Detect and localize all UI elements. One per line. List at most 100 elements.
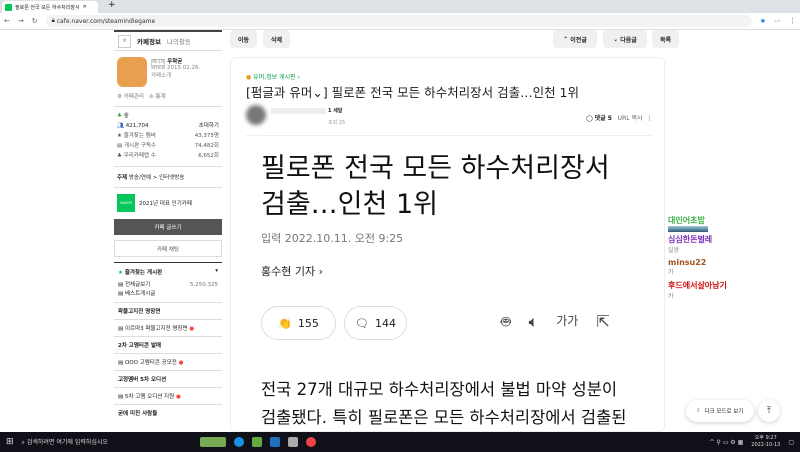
chat-message: 일쌍 xyxy=(668,247,680,254)
clap-emoji-icon: 👏 xyxy=(278,316,292,330)
admin-link[interactable]: 카페관리 xyxy=(124,94,144,100)
search-highlight-icon xyxy=(199,437,226,447)
clock-time: 오후 9:27 xyxy=(754,435,777,441)
board-label: 전체글보기 xyxy=(124,282,151,288)
cafe-chat-button[interactable]: 카페 채팅 xyxy=(114,240,222,257)
star-icon[interactable]: ★ xyxy=(118,34,131,48)
speech-bubble-icon: 🗨︎ xyxy=(355,316,369,330)
lock-icon: 🔒︎ xyxy=(51,17,55,24)
author-avatar[interactable] xyxy=(246,105,266,125)
members-icon: 👥︎ xyxy=(117,123,124,129)
member-count[interactable]: 421,704 xyxy=(126,123,149,129)
view-count: 조회 25 xyxy=(328,120,346,126)
dark-mode-label: 다크 모드로 보기 xyxy=(704,409,744,415)
chat-username[interactable]: minsu22 xyxy=(668,258,788,267)
fav-boards-title: 즐겨찾는 게시판 xyxy=(124,270,163,276)
robot-summary-icon[interactable]: 🤖︎ xyxy=(501,312,511,334)
forward-icon[interactable]: → xyxy=(18,17,24,25)
url-copy-button[interactable]: URL 복사 xyxy=(618,115,643,122)
section-header: 왁물고지전 명장면 xyxy=(118,309,161,315)
reload-icon[interactable]: ↻ xyxy=(32,17,38,25)
fav-members-count: 43,375명 xyxy=(194,133,219,139)
stats-link[interactable]: 통계 xyxy=(156,94,166,100)
cafe-logo xyxy=(117,57,147,87)
more-icon[interactable]: ⋮ xyxy=(646,115,652,122)
board-label: OOO 고멤티콘 공모전 xyxy=(124,360,177,366)
back-icon[interactable]: ← xyxy=(4,17,10,25)
naver-cafe-icon xyxy=(5,3,12,11)
move-button[interactable]: 이동 xyxy=(230,30,257,48)
naver-award-badge: NAVER xyxy=(117,194,135,212)
prev-post-button[interactable]: ⌃ 이전글 xyxy=(553,30,597,48)
browser-tab[interactable]: 필로폰 전국 모든 하수처리장서 ✕ xyxy=(2,1,98,13)
comment-count: 144 xyxy=(374,316,396,330)
next-post-button[interactable]: ⌄ 다음글 xyxy=(603,30,647,48)
board-item[interactable]: ▤ 5차 고멤 오디션 지원 ● xyxy=(114,388,222,404)
chat-message: 카 xyxy=(668,269,674,276)
address-bar-row: ← → ↻ 🔒︎ cafe.naver.com/steamindiegame ★ ⋯ ⋮ xyxy=(0,13,800,30)
comment-link[interactable]: ◯ 댓글 5 URL 복사 ⋮ xyxy=(586,113,652,122)
chrome-icon[interactable] xyxy=(305,437,316,447)
topic-label: 주제 xyxy=(117,175,128,181)
bookmark-star-icon[interactable]: ★ xyxy=(760,17,766,25)
vscode-icon[interactable] xyxy=(269,437,280,447)
dark-mode-button[interactable]: ☾ 다크 모드로 보기 xyxy=(686,400,754,422)
extensions-icon[interactable]: ⋯ xyxy=(774,17,781,25)
invite-link[interactable]: 초대하기 xyxy=(199,121,219,131)
post-title: [펌글과 유머⌄] 필로폰 전국 모든 하수처리장서 검출…인천 1위 xyxy=(246,85,579,100)
subscribers-label: 게시판 구독수 xyxy=(123,143,157,149)
edge-icon[interactable] xyxy=(233,437,244,447)
topic-value[interactable]: 방송/연예 > 인터넷방송 xyxy=(129,175,185,181)
board-item[interactable]: ▤ 이르마3 왁물고지전 명장면 ● xyxy=(114,320,222,336)
speaker-icon[interactable]: 🔈︎ xyxy=(529,312,539,334)
tab-my-activity[interactable]: 나의활동 xyxy=(167,36,191,46)
reaction-button[interactable]: 👏 155 xyxy=(261,306,336,340)
menu-icon[interactable]: ⋮ xyxy=(789,17,796,25)
taskbar-search[interactable]: ⌕ 검색하려면 여기에 입력하십시오 xyxy=(22,437,192,447)
new-tab-button[interactable]: + xyxy=(108,0,116,10)
minecraft-icon[interactable] xyxy=(251,437,262,447)
fav-members-label: 즐겨찾는 멤버 xyxy=(123,133,156,139)
search-placeholder: 검색하려면 여기에 입력하십시오 xyxy=(26,439,108,446)
section-header: 고정멤버 5차 오디션 xyxy=(118,377,167,383)
article-card: ● 유머,정보 게시판 › [펌글과 유머⌄] 필로폰 전국 모든 하수처리장서… xyxy=(230,57,665,432)
chevron-down-icon[interactable]: ▾ xyxy=(215,268,218,276)
subscribers-count: 74,482회 xyxy=(194,143,219,149)
share-icon[interactable]: ⇱ xyxy=(596,312,609,334)
chat-username[interactable]: 대인어초밥 xyxy=(668,215,788,226)
article-headline: 필로폰 전국 모든 하수처리장서 검출…인천 1위 xyxy=(261,153,610,220)
reporter-link[interactable]: 홍수현 기자 › xyxy=(261,263,323,279)
tab-title: 필로폰 전국 모든 하수처리장서 xyxy=(15,4,80,11)
cafe-sidebar: ★ 카페정보 나의활동 매니저 우왁굳 since 2015.02.26. 카페소개… xyxy=(114,30,222,430)
windows-start-icon[interactable]: ⊞ xyxy=(6,437,14,447)
chat-username[interactable]: 후드에서살아남기 xyxy=(668,280,788,291)
section-header: 굳에 미친 사람들 xyxy=(118,411,158,417)
award-text: 2021년 대표 인기카페 xyxy=(139,201,192,207)
board-link[interactable]: ● 유머,정보 게시판 › xyxy=(246,72,300,81)
board-item[interactable]: ▤ OOO 고멤티콘 공모전 ● xyxy=(114,354,222,370)
comment-button[interactable]: 🗨︎ 144 xyxy=(344,306,407,340)
list-button[interactable]: 목록 xyxy=(652,30,679,48)
notification-icon[interactable]: ▢ xyxy=(788,439,794,446)
board-count: 5,250,325 xyxy=(190,282,218,288)
prev-label: 이전글 xyxy=(570,36,587,44)
board-item[interactable]: ▤ 베스트게시글 xyxy=(118,290,218,299)
delete-button[interactable]: 삭제 xyxy=(263,30,290,48)
board-item[interactable]: ▤ 전체글보기 5,250,325 xyxy=(118,281,218,290)
next-label: 다음글 xyxy=(620,36,637,44)
author-level: 1 세달 xyxy=(328,108,343,114)
clock-date: 2022-10-13 xyxy=(751,442,781,448)
board-label: 베스트게시글 xyxy=(124,291,156,297)
write-button[interactable]: 카페 글쓰기 xyxy=(114,219,222,235)
app-icon[interactable] xyxy=(287,437,298,447)
close-icon[interactable]: ✕ xyxy=(83,4,87,10)
tray-icons[interactable]: ^ ⚲ ▭ ⚙ ▦ xyxy=(709,439,743,446)
url-input[interactable]: 🔒︎ cafe.naver.com/steamindiegame xyxy=(45,15,752,27)
chat-username[interactable]: 심심한돈벌레 xyxy=(668,234,788,245)
font-size-button[interactable]: 가가 xyxy=(556,312,578,334)
cafe-intro-link[interactable]: 카페소개 xyxy=(151,73,171,79)
tab-cafe-info[interactable]: 카페정보 xyxy=(137,36,161,46)
scroll-top-button[interactable]: ⤒ xyxy=(758,400,780,422)
chat-badge-strip xyxy=(668,226,708,232)
article-date: 입력 2022.10.11. 오전 9:25 xyxy=(261,232,404,245)
